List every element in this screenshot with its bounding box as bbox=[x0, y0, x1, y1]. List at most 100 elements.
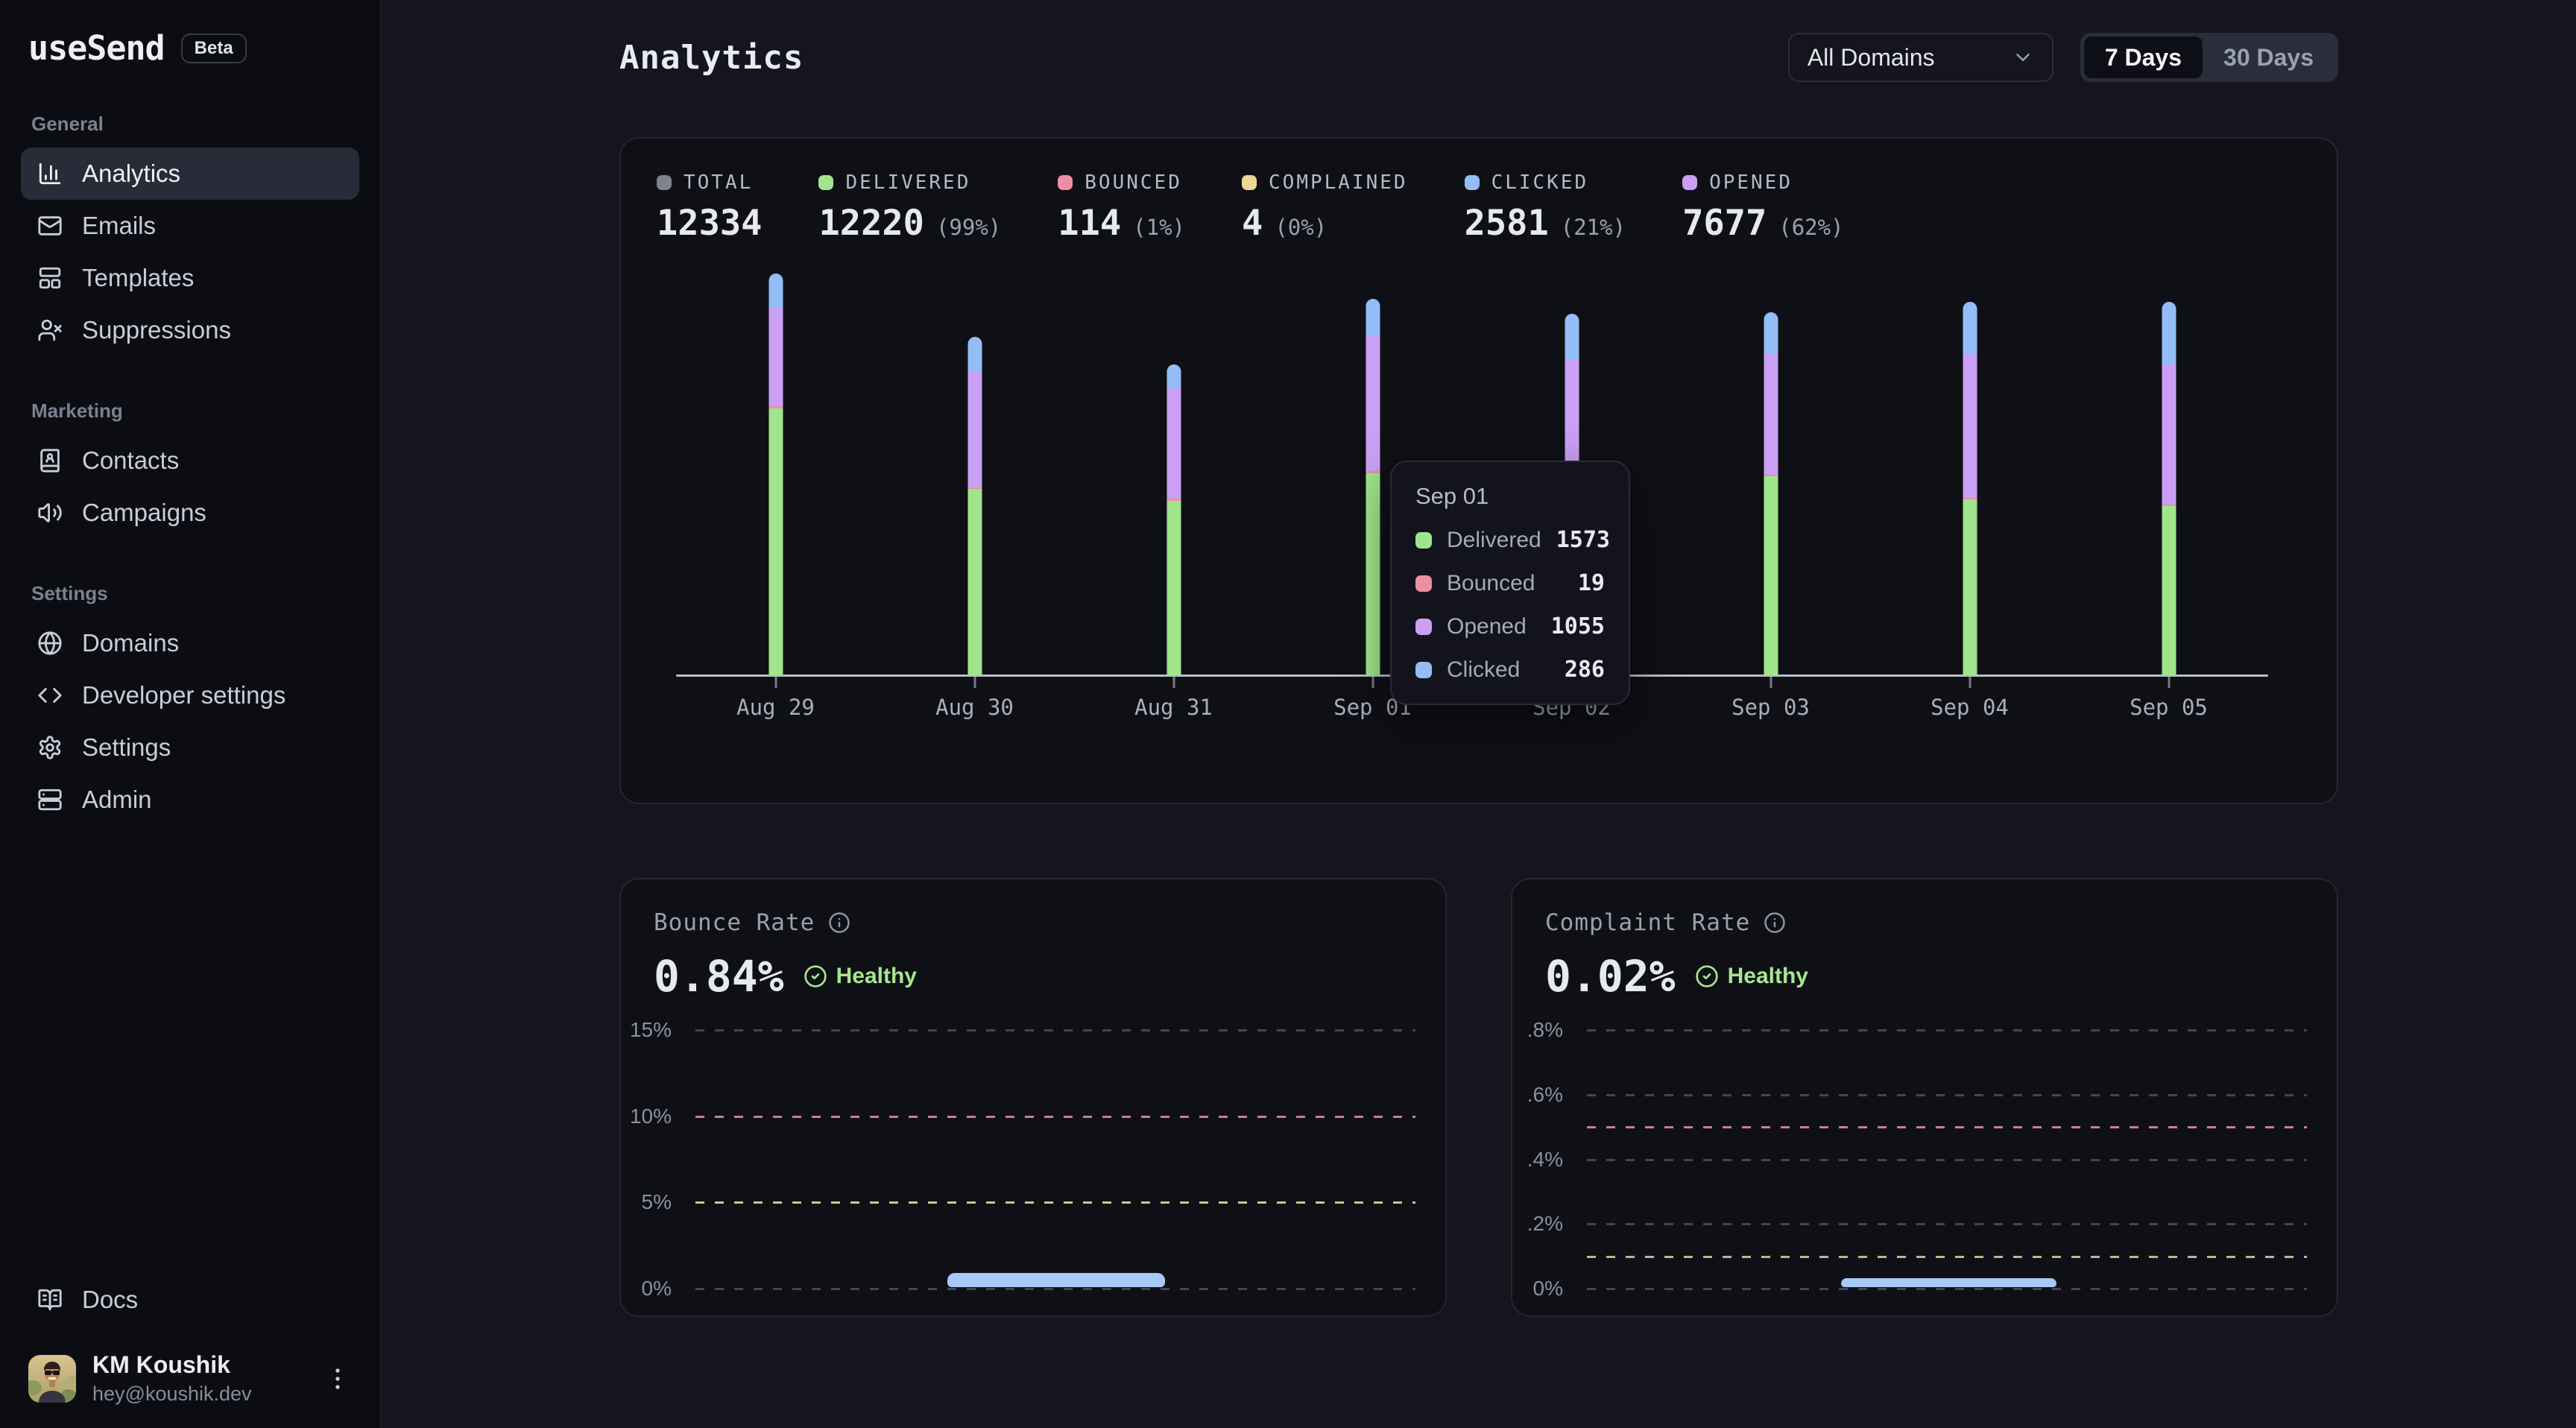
tooltip-row-bounced: Bounced19 bbox=[1415, 570, 1605, 596]
sidebar-item-campaigns[interactable]: Campaigns bbox=[21, 487, 359, 539]
tooltip-row-opened: Opened1055 bbox=[1415, 613, 1605, 639]
bar-segment-opened bbox=[1366, 335, 1380, 471]
stat-pct: (0%) bbox=[1275, 215, 1327, 240]
info-icon[interactable] bbox=[828, 912, 850, 934]
bounce-rate-value: 0.84% bbox=[654, 951, 784, 1002]
bounce-rate-bar bbox=[947, 1273, 1165, 1287]
x-axis-label: Aug 31 bbox=[1134, 695, 1213, 720]
range-option-30-days[interactable]: 30 Days bbox=[2203, 37, 2334, 78]
page-title: Analytics bbox=[619, 39, 804, 77]
tooltip-label: Clicked bbox=[1447, 657, 1550, 683]
x-axis-label: Sep 03 bbox=[1731, 695, 1810, 720]
stat-value: 114 bbox=[1058, 203, 1121, 244]
complaint-rate-bar bbox=[1841, 1278, 2056, 1287]
info-icon bbox=[828, 912, 850, 934]
bar-aug-31[interactable] bbox=[1167, 364, 1181, 675]
x-axis-tick bbox=[2168, 677, 2170, 688]
domain-filter-select[interactable]: All Domains bbox=[1788, 33, 2053, 82]
sidebar-item-label: Docs bbox=[82, 1286, 138, 1314]
tooltip-dot bbox=[1415, 575, 1432, 592]
bar-segment-clicked bbox=[1366, 299, 1380, 335]
code-icon bbox=[37, 683, 63, 708]
sidebar-item-label: Settings bbox=[82, 733, 171, 762]
sidebar-item-label: Campaigns bbox=[82, 499, 206, 527]
nav-section-label: General bbox=[31, 113, 349, 136]
check-circle-icon bbox=[804, 964, 827, 988]
bar-segment-opened bbox=[1963, 354, 1977, 498]
book-user-icon bbox=[37, 448, 63, 473]
bar-segment-delivered bbox=[1167, 501, 1181, 675]
complaint-rate-plot: .8%.6%.4%.2%0% bbox=[1587, 1030, 2307, 1289]
threshold-line bbox=[1587, 1256, 2307, 1258]
circle-check-icon bbox=[804, 964, 827, 988]
bar-sep-01[interactable] bbox=[1366, 299, 1380, 675]
y-axis-label: 0% bbox=[618, 1277, 672, 1301]
user-name: KM Koushik bbox=[92, 1351, 252, 1379]
bar-segment-opened bbox=[2162, 364, 2176, 505]
gridline--8- bbox=[1587, 1029, 2307, 1031]
stat-complained: COMPLAINED4(0%) bbox=[1242, 171, 1408, 244]
tooltip-dot bbox=[1415, 619, 1432, 635]
bar-segment-opened bbox=[1764, 354, 1778, 475]
x-axis-tick bbox=[1969, 677, 1971, 688]
tooltip-value: 19 bbox=[1578, 570, 1605, 596]
sidebar-item-docs[interactable]: Docs bbox=[21, 1274, 359, 1326]
brand: useSend Beta bbox=[21, 28, 359, 68]
sidebar: useSend Beta General Analytics Emails Templ… bbox=[0, 0, 382, 1428]
y-axis-label: 10% bbox=[618, 1105, 672, 1128]
email-activity-card: TOTAL12334DELIVERED12220(99%)BOUNCED114(… bbox=[619, 137, 2338, 804]
sidebar-item-label: Developer settings bbox=[82, 681, 285, 710]
sidebar-item-settings[interactable]: Settings bbox=[21, 721, 359, 774]
bar-segment-delivered bbox=[2162, 506, 2176, 675]
stat-label: DELIVERED bbox=[845, 171, 970, 194]
sidebar-item-domains[interactable]: Domains bbox=[21, 617, 359, 669]
bounce-health-label: Healthy bbox=[836, 964, 917, 989]
user-x-icon bbox=[37, 317, 63, 343]
bar-sep-04[interactable] bbox=[1963, 302, 1977, 675]
brand-logo: useSend bbox=[28, 28, 165, 68]
bounce-health-badge: Healthy bbox=[804, 964, 917, 989]
book-open-icon bbox=[37, 1287, 63, 1312]
ellipsis-vertical-icon[interactable] bbox=[323, 1365, 352, 1393]
summary-stats-row: TOTAL12334DELIVERED12220(99%)BOUNCED114(… bbox=[657, 171, 2301, 244]
sidebar-item-admin[interactable]: Admin bbox=[21, 774, 359, 826]
sidebar-nav: General Analytics Emails TemplatesSuppressi… bbox=[21, 113, 359, 869]
rate-cards-row: Bounce Rate 0.84% Healthy 15%10%5%0% Com… bbox=[619, 878, 2338, 1317]
bounce-rate-card: Bounce Rate 0.84% Healthy 15%10%5%0% bbox=[619, 878, 1447, 1317]
complaint-rate-value: 0.02% bbox=[1545, 951, 1676, 1002]
sidebar-item-developer-settings[interactable]: Developer settings bbox=[21, 669, 359, 721]
stat-dot bbox=[1058, 175, 1073, 190]
bar-aug-30[interactable] bbox=[967, 337, 982, 675]
bar-sep-03[interactable] bbox=[1764, 312, 1778, 675]
sidebar-item-emails[interactable]: Emails bbox=[21, 200, 359, 252]
user-menu[interactable]: KM Koushik hey@koushik.dev bbox=[21, 1351, 359, 1406]
bar-segment-clicked bbox=[1167, 364, 1181, 389]
sidebar-item-analytics[interactable]: Analytics bbox=[21, 148, 359, 200]
sidebar-item-label: Contacts bbox=[82, 446, 179, 475]
stat-label: CLICKED bbox=[1491, 171, 1589, 194]
sidebar-item-suppressions[interactable]: Suppressions bbox=[21, 304, 359, 356]
bar-segment-opened bbox=[768, 307, 783, 406]
bar-aug-29[interactable] bbox=[768, 274, 783, 675]
circle-check-icon bbox=[1695, 964, 1719, 988]
y-axis-label: 0% bbox=[1509, 1277, 1563, 1301]
bar-sep-05[interactable] bbox=[2162, 302, 2176, 675]
bar-segment-clicked bbox=[967, 337, 982, 371]
x-axis-label: Sep 04 bbox=[1931, 695, 2009, 720]
stat-delivered: DELIVERED12220(99%) bbox=[818, 171, 1001, 244]
tooltip-value: 1055 bbox=[1551, 613, 1605, 639]
bar-segment-delivered bbox=[1764, 476, 1778, 675]
x-axis-label: Aug 30 bbox=[935, 695, 1014, 720]
range-option-7-days[interactable]: 7 Days bbox=[2084, 37, 2203, 78]
sidebar-item-contacts[interactable]: Contacts bbox=[21, 435, 359, 487]
header-controls: All Domains 7 Days30 Days bbox=[1788, 33, 2338, 82]
info-icon[interactable] bbox=[1764, 912, 1786, 934]
tooltip-row-clicked: Clicked286 bbox=[1415, 657, 1605, 683]
sidebar-item-label: Emails bbox=[82, 212, 156, 240]
x-axis-tick bbox=[1371, 677, 1374, 688]
complaint-health-label: Healthy bbox=[1728, 964, 1808, 989]
sidebar-item-templates[interactable]: Templates bbox=[21, 252, 359, 304]
stat-label: COMPLAINED bbox=[1269, 171, 1408, 194]
y-axis-label: .8% bbox=[1509, 1018, 1563, 1042]
stat-pct: (1%) bbox=[1133, 215, 1185, 240]
